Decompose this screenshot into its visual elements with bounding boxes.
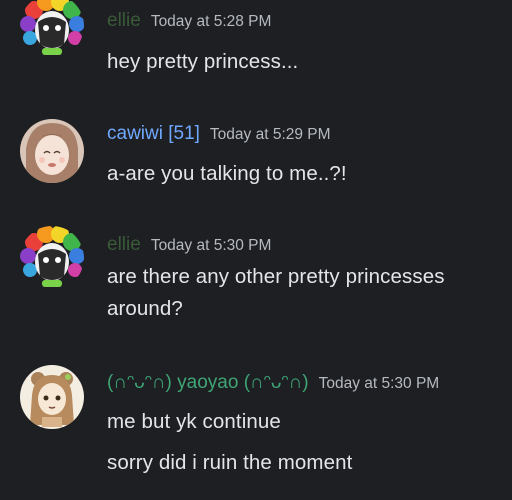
- message-text: are there any other pretty princesses: [107, 265, 445, 288]
- avatar[interactable]: [20, 0, 84, 58]
- chat-log: ellie Today at 5:28 PM hey pretty princes…: [0, 0, 512, 500]
- username[interactable]: ellie: [107, 234, 141, 255]
- avatar[interactable]: [20, 226, 84, 290]
- timestamp: Today at 5:30 PM: [318, 375, 440, 392]
- message-text: around?: [107, 297, 183, 320]
- rainbow-clown-avatar-icon: [20, 226, 84, 290]
- message-text: me but yk continue: [107, 410, 281, 433]
- avatar[interactable]: [20, 365, 84, 429]
- anime-girl-avatar-icon: [20, 119, 84, 183]
- message-header: ellie Today at 5:28 PM: [107, 10, 271, 32]
- bear-girl-avatar-icon: [20, 365, 84, 429]
- message-header: cawiwi [51] Today at 5:29 PM: [107, 123, 331, 145]
- avatar[interactable]: [20, 119, 84, 183]
- message-text: a-are you talking to me..?!: [107, 162, 347, 185]
- timestamp: Today at 5:28 PM: [150, 13, 272, 30]
- username[interactable]: ellie: [107, 10, 141, 31]
- message-header: ellie Today at 5:30 PM: [107, 234, 271, 256]
- username[interactable]: (∩ᵔᴗᵔ∩) yaoyao (∩ᵔᴗᵔ∩): [107, 372, 309, 393]
- timestamp: Today at 5:30 PM: [150, 237, 272, 254]
- message-text: sorry did i ruin the moment: [107, 451, 353, 474]
- message-header: (∩ᵔᴗᵔ∩) yaoyao (∩ᵔᴗᵔ∩) Today at 5:30 PM: [107, 372, 439, 394]
- timestamp: Today at 5:29 PM: [209, 126, 331, 143]
- rainbow-clown-avatar-icon: [20, 0, 84, 58]
- username[interactable]: cawiwi [51]: [107, 123, 200, 144]
- message-text: hey pretty princess...: [107, 50, 299, 73]
